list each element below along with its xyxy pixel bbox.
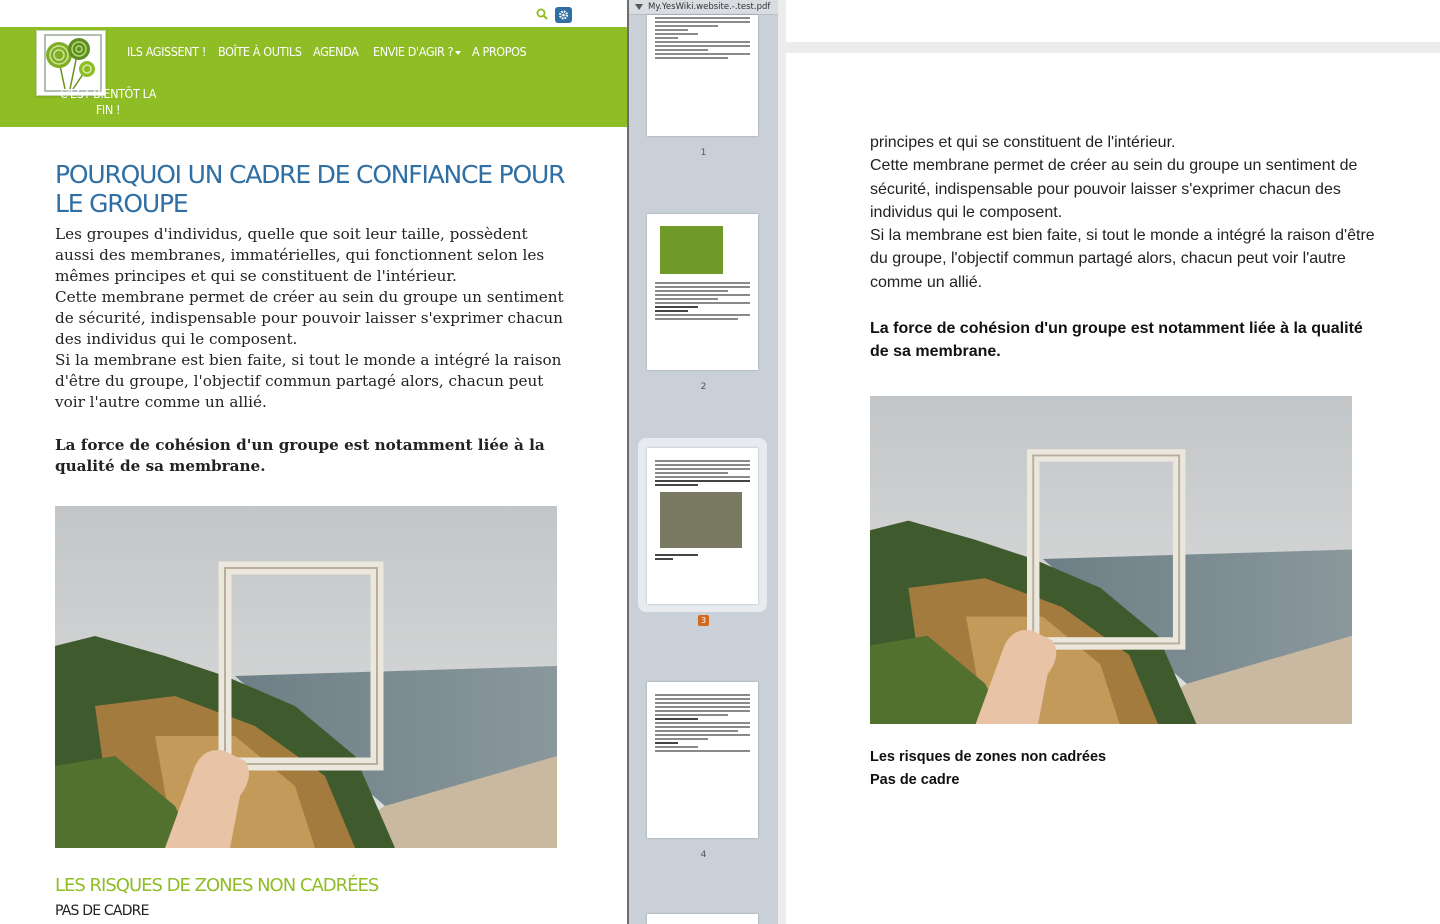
page-thumbnail-4[interactable] xyxy=(647,682,758,838)
kiwi-image xyxy=(660,226,723,274)
main-navbar: ILS AGISSENT ! BOÎTE À OUTILS AGENDA ENV… xyxy=(0,27,628,127)
nav-item-envie-dagir-label: ENVIE D'AGIR ? xyxy=(373,44,454,59)
pdf-caption-risques: Les risques de zones non cadrées xyxy=(870,749,1107,765)
paragraph: Cette membrane permet de créer au sein d… xyxy=(55,288,564,348)
page-thumbnail-5[interactable] xyxy=(647,914,758,924)
section-title: LES RISQUES DE ZONES NON CADRÉES xyxy=(55,875,379,896)
cohesion-statement: La force de cohésion d'un groupe est not… xyxy=(55,436,545,475)
nav-item-cest-bientot-la-fin[interactable]: C'EST BIENTÔT LA FIN ! xyxy=(58,86,158,118)
nav-item-envie-dagir[interactable]: ENVIE D'AGIR ? xyxy=(373,44,462,59)
website-pane: ILS AGISSENT ! BOÎTE À OUTILS AGENDA ENV… xyxy=(0,0,628,924)
frame-image xyxy=(660,492,742,548)
pdf-caption-pas-de-cadre: Pas de cadre xyxy=(870,772,960,788)
page-thumbnail-2[interactable] xyxy=(647,214,758,370)
paragraph: Les groupes d'individus, quelle que soit… xyxy=(55,225,545,285)
frame-on-cliff-photo xyxy=(55,506,557,848)
nav-item-boite-a-outils[interactable]: BOÎTE À OUTILS xyxy=(218,44,302,59)
settings-button[interactable] xyxy=(555,7,572,23)
pdf-cohesion-statement: La force de cohésion d'un groupe est not… xyxy=(870,320,1363,361)
pdf-filename: My.YesWiki.website.-.test.pdf xyxy=(648,2,771,12)
pdf-body-text: principes et qui se constituent de l'int… xyxy=(870,131,1380,294)
pdf-thumbnail-sidebar: My.YesWiki.website.-.test.pdf 1 2 3 4 xyxy=(629,0,778,924)
top-utility-bar xyxy=(0,0,628,27)
pdf-frame-photo xyxy=(870,396,1352,724)
page-number-3: 3 xyxy=(698,615,709,626)
disclosure-triangle-icon[interactable] xyxy=(635,4,643,10)
dropdown-caret-icon xyxy=(455,50,462,55)
paragraph: Si la membrane est bien faite, si tout l… xyxy=(55,351,562,411)
page-thumbnail-3[interactable] xyxy=(647,448,758,604)
landscape-image xyxy=(870,396,1352,724)
landscape-image xyxy=(55,506,557,848)
nav-item-agenda[interactable]: AGENDA xyxy=(313,44,359,59)
page-title: POURQUOI UN CADRE DE CONFIANCE POUR LE G… xyxy=(55,160,565,218)
gear-icon xyxy=(558,10,569,20)
page-number-1: 1 xyxy=(700,148,707,158)
pdf-document-view[interactable]: principes et qui se constituent de l'int… xyxy=(778,0,1440,924)
search-icon[interactable] xyxy=(536,8,548,20)
intro-text: Les groupes d'individus, quelle que soit… xyxy=(55,224,565,413)
pdf-paragraph: Cette membrane permet de créer au sein d… xyxy=(870,157,1358,221)
pdf-page-3: principes et qui se constituent de l'int… xyxy=(786,53,1440,924)
pdf-paragraph: Si la membrane est bien faite, si tout l… xyxy=(870,227,1375,291)
document-header[interactable]: My.YesWiki.website.-.test.pdf xyxy=(629,0,778,15)
page-thumbnail-1[interactable] xyxy=(647,15,758,136)
previous-page-bottom xyxy=(786,0,1440,42)
pdf-paragraph: principes et qui se constituent de l'int… xyxy=(870,134,1176,151)
nav-item-ils-agissent[interactable]: ILS AGISSENT ! xyxy=(127,44,206,59)
nav-item-a-propos[interactable]: A PROPOS xyxy=(472,44,527,59)
page-number-4: 4 xyxy=(700,850,707,860)
section-subtitle: PAS DE CADRE xyxy=(55,903,149,919)
page-number-2: 2 xyxy=(700,382,707,392)
